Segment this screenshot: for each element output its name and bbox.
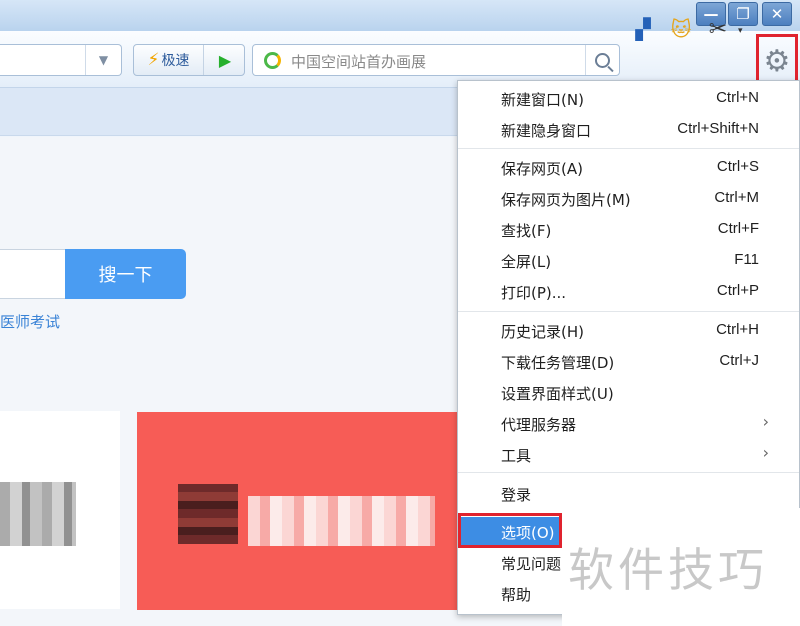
chevron-right-icon: › — [762, 412, 769, 431]
menu-item-shortcut: Ctrl+H — [716, 321, 759, 338]
screenshot-dropdown-icon[interactable]: ▾ — [738, 26, 743, 36]
menu-item-new-incognito-window[interactable]: 新建隐身窗口 Ctrl+Shift+N — [458, 115, 799, 144]
menu-item-label: 全屏(L) — [501, 253, 552, 271]
menu-item-label: 打印(P)... — [501, 284, 567, 302]
search-icon — [595, 52, 610, 68]
fast-mode-label: 极速 — [161, 53, 190, 69]
menu-item-downloads[interactable]: 下载任务管理(D) Ctrl+J — [458, 347, 799, 376]
cat-icon[interactable]: 🐱 — [666, 14, 696, 44]
watermark-text: 软件技巧 — [568, 543, 768, 597]
menu-item-proxy[interactable]: 代理服务器 › — [458, 409, 799, 438]
page-search-input[interactable] — [0, 249, 66, 299]
menu-separator — [458, 311, 799, 312]
menu-item-ui-style[interactable]: 设置界面样式(U) — [458, 378, 799, 407]
hot-search-link[interactable]: 医师考试 — [0, 311, 60, 332]
menu-item-shortcut: Ctrl+Shift+N — [677, 120, 759, 137]
scissors-icon[interactable]: ✂ — [703, 14, 733, 44]
pixelated-figure-image — [178, 484, 238, 544]
address-bar[interactable]: ▼ — [0, 44, 122, 76]
page-search-button[interactable]: 搜一下 — [65, 249, 186, 299]
menu-item-save-page-as-image[interactable]: 保存网页为图片(M) Ctrl+M — [458, 184, 799, 213]
menu-item-save-page[interactable]: 保存网页(A) Ctrl+S — [458, 153, 799, 182]
search-engine-logo-icon — [264, 52, 281, 69]
menu-item-label: 保存网页(A) — [501, 160, 583, 178]
fast-mode-button[interactable]: ⚡ 极速 — [134, 45, 204, 75]
menu-item-label: 查找(F) — [501, 222, 552, 240]
menu-item-label: 历史记录(H) — [501, 323, 584, 341]
menu-item-shortcut: Ctrl+S — [716, 158, 759, 175]
menu-item-label: 代理服务器 — [501, 416, 577, 434]
menu-item-history[interactable]: 历史记录(H) Ctrl+H — [458, 316, 799, 345]
options-highlight-frame — [458, 513, 562, 548]
pixelated-banner-text — [248, 496, 435, 546]
menu-item-shortcut: Ctrl+F — [717, 220, 759, 237]
menu-item-shortcut: F11 — [734, 251, 759, 268]
menu-item-print[interactable]: 打印(P)... Ctrl+P — [458, 277, 799, 306]
menu-item-shortcut: Ctrl+P — [716, 282, 759, 299]
menu-item-shortcut: Ctrl+M — [714, 189, 759, 206]
menu-item-label: 新建窗口(N) — [501, 91, 584, 109]
search-button[interactable] — [585, 45, 619, 75]
menu-item-tools[interactable]: 工具 › — [458, 440, 799, 469]
lightning-icon: ⚡ — [147, 50, 160, 70]
menu-separator — [458, 472, 799, 473]
menu-item-find[interactable]: 查找(F) Ctrl+F — [458, 215, 799, 244]
menu-item-label: 常见问题 — [501, 555, 562, 573]
search-input[interactable]: 中国空间站首办画展 — [291, 51, 426, 72]
menu-item-label: 工具 — [501, 447, 532, 465]
search-box[interactable]: 中国空间站首办画展 — [252, 44, 620, 76]
close-button[interactable]: ✕ — [762, 2, 792, 26]
menu-item-fullscreen[interactable]: 全屏(L) F11 — [458, 246, 799, 275]
chevron-down-icon[interactable]: ▼ — [85, 45, 121, 75]
menu-item-label: 帮助 — [501, 586, 532, 604]
pixelated-image — [0, 482, 76, 546]
apps-plus-icon[interactable]: ▞ — [628, 14, 658, 44]
menu-item-label: 登录 — [501, 486, 532, 504]
menu-item-login[interactable]: 登录 — [458, 479, 799, 508]
play-icon[interactable]: ▶ — [205, 45, 245, 75]
render-mode-switch[interactable]: ⚡ 极速 ▶ — [133, 44, 245, 76]
chevron-right-icon: › — [762, 443, 769, 462]
menu-item-shortcut: Ctrl+J — [719, 352, 759, 369]
gear-highlight-frame — [756, 34, 798, 86]
menu-item-label: 设置界面样式(U) — [501, 385, 614, 403]
menu-item-new-window[interactable]: 新建窗口(N) Ctrl+N — [458, 84, 799, 113]
menu-separator — [458, 148, 799, 149]
menu-item-shortcut: Ctrl+N — [716, 89, 759, 106]
menu-item-label: 新建隐身窗口 — [501, 122, 592, 140]
menu-item-label: 下载任务管理(D) — [501, 354, 615, 372]
menu-item-label: 保存网页为图片(M) — [501, 191, 631, 209]
